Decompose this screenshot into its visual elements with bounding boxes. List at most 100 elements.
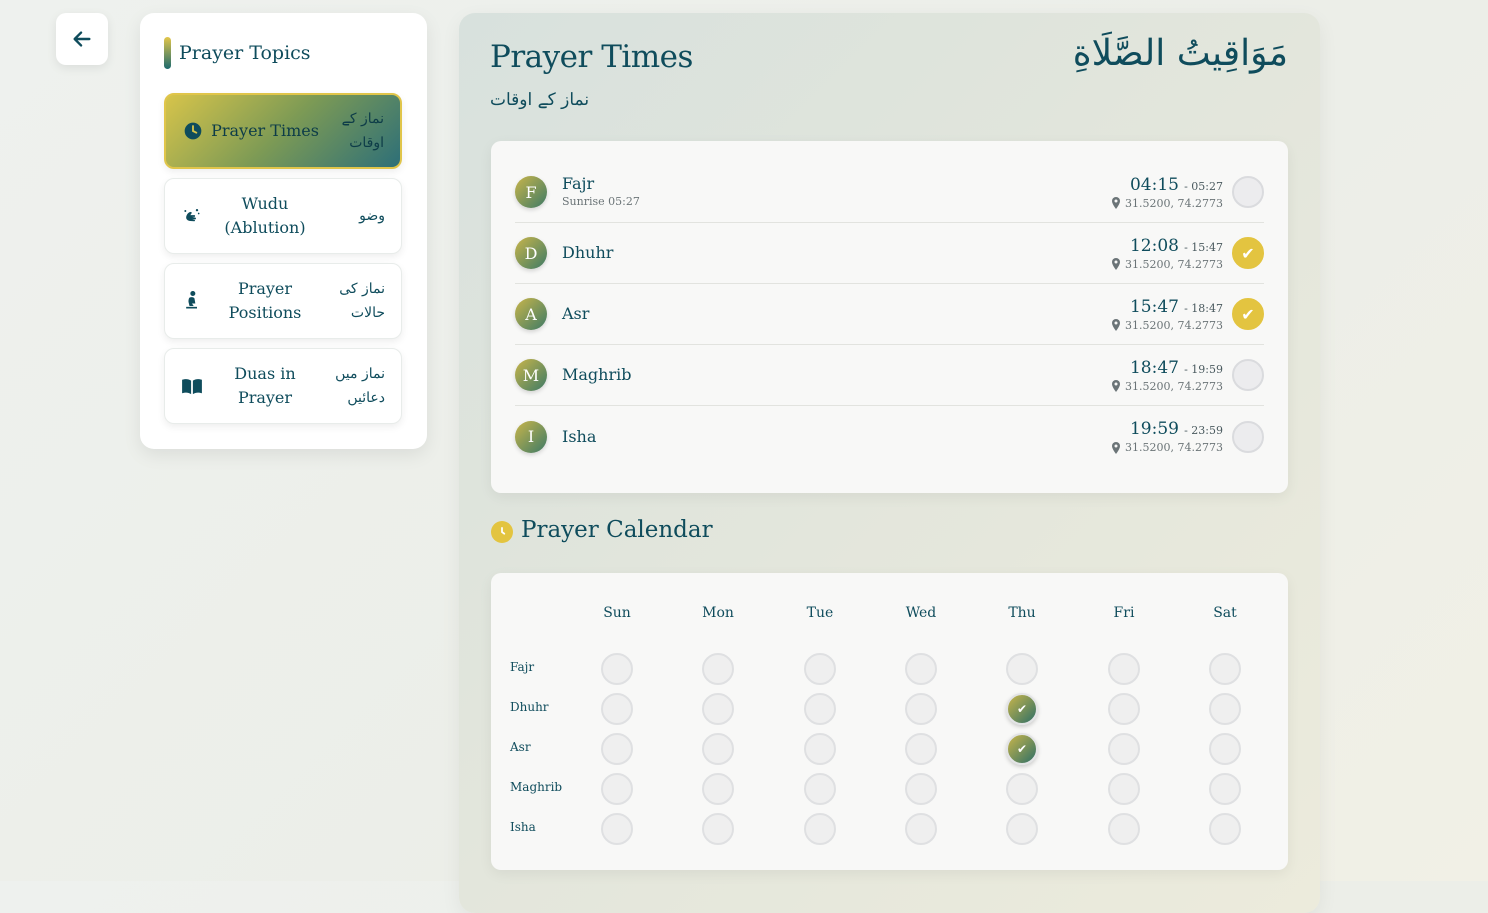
calendar-cell[interactable] xyxy=(702,773,734,805)
location-pin-icon xyxy=(1112,197,1121,209)
calendar-day-thu: Thu xyxy=(1008,605,1036,621)
prayer-location: 31.5200, 74.2773 xyxy=(1125,441,1223,454)
prayer-name: Dhuhr xyxy=(562,243,614,262)
prayer-end-time: - 19:59 xyxy=(1184,362,1223,376)
calendar-cell[interactable] xyxy=(905,813,937,845)
calendar-cell[interactable] xyxy=(1006,653,1038,685)
calendar-cell[interactable] xyxy=(1209,813,1241,845)
prayer-check-toggle[interactable]: ✔ xyxy=(1232,237,1264,269)
prayer-name: Isha xyxy=(562,426,597,446)
calendar-cell[interactable] xyxy=(905,773,937,805)
calendar-row-label: Dhuhr xyxy=(510,700,549,714)
prayer-name: Asr xyxy=(562,304,590,323)
calendar-cell[interactable] xyxy=(702,733,734,765)
calendar-day-mon: Mon xyxy=(702,605,734,621)
prayer-check-toggle[interactable] xyxy=(1232,420,1264,453)
calendar-cell[interactable]: ✔ xyxy=(1006,693,1038,725)
prayer-start-time: 18:47 xyxy=(1129,357,1179,378)
calendar-cell[interactable] xyxy=(905,733,937,765)
calendar-cell[interactable] xyxy=(1209,733,1241,765)
topic-wudu[interactable]: Wudu (Ablution) وضو xyxy=(164,178,402,254)
topic-label-ur: نماز میں دعائیں xyxy=(335,366,385,406)
prayer-start-time: 15:47 xyxy=(1129,296,1179,317)
title-accent-bar xyxy=(164,37,171,69)
open-book-icon xyxy=(181,377,203,395)
arrow-left-icon xyxy=(73,31,91,47)
prayer-check-toggle[interactable] xyxy=(1232,176,1264,208)
prayer-name: Fajr xyxy=(562,174,595,193)
calendar-cell[interactable] xyxy=(601,693,633,725)
calendar-cell[interactable] xyxy=(1108,813,1140,845)
calendar-cell[interactable] xyxy=(601,813,633,845)
clock-icon xyxy=(182,121,204,141)
calendar-cell[interactable] xyxy=(1006,813,1038,845)
prayer-location: 31.5200, 74.2773 xyxy=(1125,379,1223,393)
calendar-cell[interactable] xyxy=(1108,693,1140,725)
prayer-check-toggle[interactable] xyxy=(1232,359,1264,391)
topic-prayer-times[interactable]: Prayer Times نماز کے اوقات xyxy=(164,93,402,169)
prayer-location: 31.5200, 74.2773 xyxy=(1125,257,1223,271)
prayer-times-card: F Fajr Sunrise 05:27 04:15 - 05:27 31.520… xyxy=(491,141,1288,493)
checkmark-icon: ✔ xyxy=(1016,742,1028,756)
prayer-start-time: 04:15 xyxy=(1129,174,1179,195)
calendar-cell[interactable] xyxy=(1108,653,1140,685)
prayer-badge: F xyxy=(515,176,547,208)
prayer-row-fajr: F Fajr Sunrise 05:27 04:15 - 05:27 31.520… xyxy=(515,162,1264,223)
calendar-cell[interactable] xyxy=(601,773,633,805)
calendar-cell[interactable] xyxy=(1209,693,1241,725)
topic-duas[interactable]: Duas in Prayer نماز میں دعائیں xyxy=(164,348,402,424)
prayer-end-time: - 15:47 xyxy=(1184,240,1223,254)
prayer-start-time: 19:59 xyxy=(1129,419,1179,439)
calendar-cell[interactable] xyxy=(601,653,633,685)
calendar-row-label: Fajr xyxy=(510,660,535,674)
page-subtitle-ur: نماز کے اوقات xyxy=(490,90,590,110)
page-title: Prayer Times xyxy=(490,39,693,75)
calendar-day-tue: Tue xyxy=(806,605,834,621)
calendar-cell[interactable] xyxy=(1006,773,1038,805)
prayer-badge: D xyxy=(515,237,547,269)
calendar-cell[interactable] xyxy=(702,653,734,685)
prayer-check-toggle[interactable]: ✔ xyxy=(1232,298,1264,330)
calendar-cell[interactable] xyxy=(804,813,836,845)
prayer-row-dhuhr: D Dhuhr 12:08 - 15:47 31.5200, 74.2773 ✔ xyxy=(515,223,1264,284)
calendar-cell[interactable] xyxy=(1209,653,1241,685)
calendar-day-fri: Fri xyxy=(1113,605,1135,621)
page-title-arabic: مَوَاقِيتُ الصَّلَاةِ xyxy=(1072,33,1288,74)
location-pin-icon xyxy=(1112,258,1121,270)
calendar-cell[interactable] xyxy=(702,693,734,725)
prayer-row-maghrib: M Maghrib 18:47 - 19:59 31.5200, 74.2773 xyxy=(515,345,1264,406)
calendar-cell[interactable] xyxy=(804,773,836,805)
calendar-row-label: Asr xyxy=(510,740,531,754)
calendar-cell[interactable] xyxy=(804,653,836,685)
prayer-location: 31.5200, 74.2773 xyxy=(1125,196,1223,210)
hands-wash-icon xyxy=(181,206,203,226)
clock-icon xyxy=(491,521,513,543)
calendar-row-label: Isha xyxy=(510,820,536,834)
topic-prayer-positions[interactable]: Prayer Positions نماز کی حالات xyxy=(164,263,402,339)
calendar-cell[interactable] xyxy=(601,733,633,765)
topic-label-ur: وضو xyxy=(359,208,385,224)
sidebar-title-text: Prayer Topics xyxy=(179,42,311,64)
calendar-cell[interactable] xyxy=(905,653,937,685)
prayer-subtext: Sunrise 05:27 xyxy=(562,195,640,208)
calendar-cell[interactable] xyxy=(804,733,836,765)
calendar-cell[interactable] xyxy=(702,813,734,845)
prayer-badge: M xyxy=(515,359,547,391)
main-panel: Prayer Times نماز کے اوقات مَوَاقِيتُ ال… xyxy=(459,13,1320,913)
praying-person-icon xyxy=(181,290,203,312)
prayer-end-time: - 23:59 xyxy=(1184,424,1223,437)
back-button[interactable] xyxy=(56,13,108,65)
calendar-cell[interactable] xyxy=(1108,733,1140,765)
checkmark-icon: ✔ xyxy=(1241,243,1255,263)
calendar-cell[interactable] xyxy=(1209,773,1241,805)
prayer-row-isha: I Isha 19:59 - 23:59 31.5200, 74.2773 xyxy=(515,406,1264,467)
calendar-cell[interactable] xyxy=(1108,773,1140,805)
prayer-start-time: 12:08 xyxy=(1129,235,1179,256)
calendar-title: Prayer Calendar xyxy=(521,516,713,543)
calendar-day-sat: Sat xyxy=(1213,605,1237,621)
calendar-cell[interactable]: ✔ xyxy=(1006,733,1038,765)
calendar-cell[interactable] xyxy=(804,693,836,725)
calendar-day-sun: Sun xyxy=(603,605,631,621)
calendar-cell[interactable] xyxy=(905,693,937,725)
topic-label-en: Prayer Times xyxy=(211,121,319,140)
